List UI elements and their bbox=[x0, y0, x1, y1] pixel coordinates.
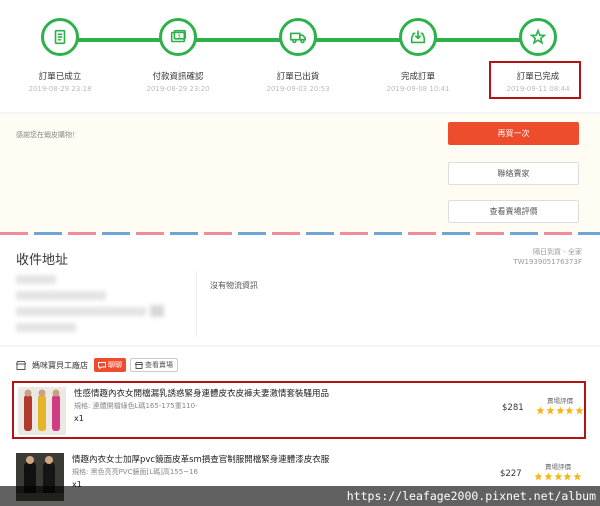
highlight-box bbox=[489, 61, 581, 99]
review-label: 賣場評價 bbox=[547, 397, 573, 405]
chat-button[interactable]: 聊聊 bbox=[94, 358, 126, 372]
star-icon bbox=[534, 472, 543, 481]
product-thumbnail bbox=[18, 387, 66, 435]
step-label: 訂單已出貨 bbox=[276, 72, 320, 82]
truck-icon bbox=[279, 18, 317, 56]
star-icon bbox=[536, 406, 545, 415]
step-time: 2019-08-29 23:20 bbox=[146, 85, 210, 93]
address-title: 收件地址 bbox=[16, 253, 69, 268]
view-shop-label: 查看賣場 bbox=[145, 361, 173, 369]
view-shop-review-button[interactable]: 查看賣場評價 bbox=[448, 200, 579, 223]
star-icon bbox=[563, 472, 572, 481]
thank-you-notice: 感謝您在蝦皮購物！ bbox=[16, 131, 79, 139]
item-title[interactable]: 性感情趣內衣女開檔漏乳誘惑緊身連體皮衣皮褲夫妻激情套裝騷用品 bbox=[74, 387, 329, 399]
carrier-name: 隔日到貨 - 全家 bbox=[533, 248, 582, 256]
star-icon bbox=[546, 406, 555, 415]
item-price: $281 bbox=[502, 403, 524, 413]
step-payment-confirmed: $ 付款資訊確認 2019-08-29 23:20 bbox=[118, 18, 238, 93]
shop-header: 媽咪寶貝工廠店 聊聊 查看賣場 bbox=[16, 357, 178, 373]
step-time: 2019-09-08 10:41 bbox=[386, 85, 450, 93]
item-spec: 規格: 連體開檔綠色L碼165-175重110- bbox=[74, 402, 198, 410]
no-logistics-info: 沒有物流資訊 bbox=[210, 281, 258, 290]
review-label: 賣場評價 bbox=[545, 463, 571, 471]
rating-stars bbox=[534, 472, 582, 481]
watermark-url: https://leafage2000.pixnet.net/album bbox=[0, 486, 600, 506]
address-divider bbox=[196, 271, 197, 337]
star-icon bbox=[565, 406, 574, 415]
step-time: 2019-09-03 20:53 bbox=[266, 85, 330, 93]
order-actions-panel: 感謝您在蝦皮購物！ 再買一次 聯絡賣家 查看賣場評價 bbox=[0, 114, 600, 232]
buy-again-button[interactable]: 再買一次 bbox=[448, 122, 579, 145]
rating-stars bbox=[536, 406, 584, 415]
step-time: 2019-08-29 23:18 bbox=[28, 85, 92, 93]
step-shipped: 訂單已出貨 2019-09-03 20:53 bbox=[238, 18, 358, 93]
star-icon bbox=[556, 406, 564, 415]
step-order-complete: 完成訂單 2019-09-08 10:41 bbox=[358, 18, 478, 93]
chat-icon bbox=[98, 361, 106, 369]
step-label: 付款資訊確認 bbox=[152, 72, 204, 82]
receipt-icon bbox=[41, 18, 79, 56]
order-item[interactable]: 性感情趣內衣女開檔漏乳誘惑緊身連體皮衣皮褲夫妻激情套裝騷用品 規格: 連體開檔綠… bbox=[12, 381, 586, 439]
step-label: 訂單已成立 bbox=[38, 72, 82, 82]
shop-order-section: 媽咪寶貝工廠店 聊聊 查看賣場 性感情趣內衣女開檔漏乳誘惑緊身連體皮衣皮褲夫妻激… bbox=[0, 347, 600, 506]
step-order-placed: 訂單已成立 2019-08-29 23:18 bbox=[0, 18, 120, 93]
item-spec: 規格: 黑色亮亮PVC鏡面[L碼]高155~16 bbox=[72, 468, 198, 476]
order-progress-tracker: 訂單已成立 2019-08-29 23:18 $ 付款資訊確認 2019-08-… bbox=[0, 0, 600, 112]
step-label: 完成訂單 bbox=[400, 72, 435, 82]
star-icon bbox=[573, 472, 582, 481]
star-icon bbox=[575, 406, 584, 415]
shipping-address-section: 收件地址 隔日到貨 - 全家 TW193905176373F 沒有物流資訊 bbox=[0, 235, 600, 345]
view-shop-button[interactable]: 查看賣場 bbox=[130, 358, 178, 372]
item-quantity: x1 bbox=[74, 414, 84, 423]
shop-name[interactable]: 媽咪寶貝工廠店 bbox=[32, 360, 88, 371]
shipping-info: 隔日到貨 - 全家 TW193905176373F bbox=[513, 247, 582, 267]
item-rating: 賣場評價 bbox=[536, 395, 584, 415]
shop-icon bbox=[16, 360, 26, 370]
store-icon bbox=[135, 361, 143, 369]
payment-icon: $ bbox=[159, 18, 197, 56]
chat-label: 聊聊 bbox=[108, 361, 122, 369]
star-icon bbox=[544, 472, 553, 481]
star-icon bbox=[554, 472, 562, 481]
contact-seller-button[interactable]: 聯絡賣家 bbox=[448, 162, 579, 185]
tracking-number: TW193905176373F bbox=[513, 258, 582, 266]
svg-text:$: $ bbox=[178, 33, 181, 39]
item-title[interactable]: 情趣內衣女士加厚pvc鏡面皮革sm損查官制服開檔緊身連體漆皮衣服 bbox=[72, 453, 329, 465]
item-rating: 賣場評價 bbox=[534, 461, 582, 481]
star-icon bbox=[519, 18, 557, 56]
inbox-download-icon bbox=[399, 18, 437, 56]
item-price: $227 bbox=[500, 469, 522, 479]
